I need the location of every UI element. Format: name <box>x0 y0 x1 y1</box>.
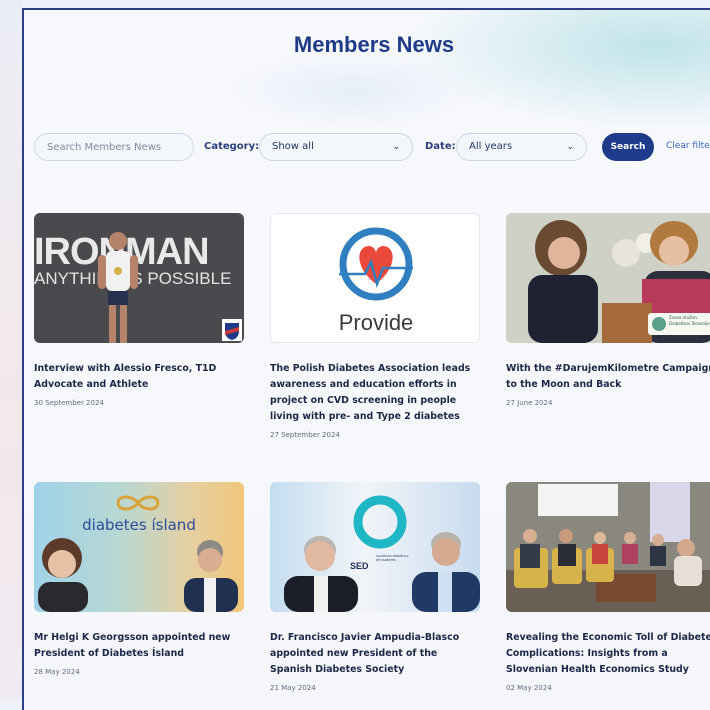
news-card[interactable]: SED SOCIEDAD ESPAÑOLA DE DIABETES Dr. Fr… <box>270 482 482 692</box>
date-select[interactable]: All years ⌄ <box>456 133 587 161</box>
news-date: 30 September 2024 <box>34 399 104 407</box>
panel-discussion-photo <box>506 482 710 612</box>
chevron-down-icon: ⌄ <box>566 142 574 152</box>
page-margin <box>0 0 22 698</box>
news-title[interactable]: With the #DarujemKilometre Campaign to t… <box>506 361 710 393</box>
news-title[interactable]: Revealing the Economic Toll of Diabetes … <box>506 630 710 678</box>
news-card[interactable]: Provide The Polish Diabetes Association … <box>270 213 482 439</box>
news-thumbnail[interactable]: diabetes ísland <box>34 482 244 612</box>
infinity-logo-icon <box>116 495 160 511</box>
news-card[interactable]: Revealing the Economic Toll of Diabetes … <box>506 482 710 692</box>
news-thumbnail[interactable]: Zveza društev Diabetikov Slovenije <box>506 213 710 343</box>
news-date: 02 May 2024 <box>506 684 552 692</box>
search-button[interactable]: Search <box>602 133 654 161</box>
news-thumbnail[interactable] <box>506 482 710 612</box>
category-label: Category: <box>204 141 260 152</box>
filter-bar: Category: Show all ⌄ Date: All years ⌄ S… <box>34 133 710 163</box>
news-thumbnail[interactable]: IRONMAN ANYTHING IS POSSIBLE <box>34 213 244 343</box>
campaign-badge: Zveza društev Diabetikov Slovenije <box>648 313 710 335</box>
news-date: 27 June 2024 <box>506 399 553 407</box>
news-card[interactable]: IRONMAN ANYTHING IS POSSIBLE Interview w… <box>34 213 246 407</box>
chevron-down-icon: ⌄ <box>392 142 400 152</box>
news-title[interactable]: Interview with Alessio Fresco, T1D Advoc… <box>34 361 246 393</box>
clear-filters-link[interactable]: Clear filters <box>666 141 710 151</box>
shield-icon <box>222 319 242 341</box>
members-news-panel: Members News Category: Show all ⌄ Date: … <box>22 8 710 710</box>
news-title[interactable]: Mr Helgi K Georgsson appointed new Presi… <box>34 630 246 662</box>
provide-wordmark: Provide <box>338 310 414 335</box>
news-card[interactable]: diabetes ísland Mr Helgi K Georgsson app… <box>34 482 246 676</box>
campaign-badge-text: Zveza društev Diabetikov Slovenije <box>669 315 710 326</box>
news-thumbnail[interactable]: SED SOCIEDAD ESPAÑOLA DE DIABETES <box>270 482 480 612</box>
news-date: 28 May 2024 <box>34 668 80 676</box>
news-date: 27 September 2024 <box>270 431 340 439</box>
badge-icon <box>652 317 666 331</box>
hero-decoration-soft <box>224 50 484 130</box>
category-select-value: Show all <box>272 141 314 152</box>
news-card[interactable]: Zveza društev Diabetikov Slovenije With … <box>506 213 710 407</box>
portraits <box>38 538 238 612</box>
news-thumbnail[interactable]: Provide <box>270 213 480 343</box>
news-title[interactable]: Dr. Francisco Javier Ampudia-Blasco appo… <box>270 630 482 678</box>
news-date: 21 May 2024 <box>270 684 316 692</box>
category-select[interactable]: Show all ⌄ <box>259 133 413 161</box>
date-label: Date: <box>425 141 456 152</box>
date-select-value: All years <box>469 141 513 152</box>
portraits <box>284 532 480 612</box>
search-input[interactable] <box>34 133 194 161</box>
provide-logo-icon <box>339 227 413 301</box>
news-title[interactable]: The Polish Diabetes Association leads aw… <box>270 361 482 425</box>
page-title: Members News <box>293 32 455 57</box>
athlete-figure <box>98 232 138 343</box>
